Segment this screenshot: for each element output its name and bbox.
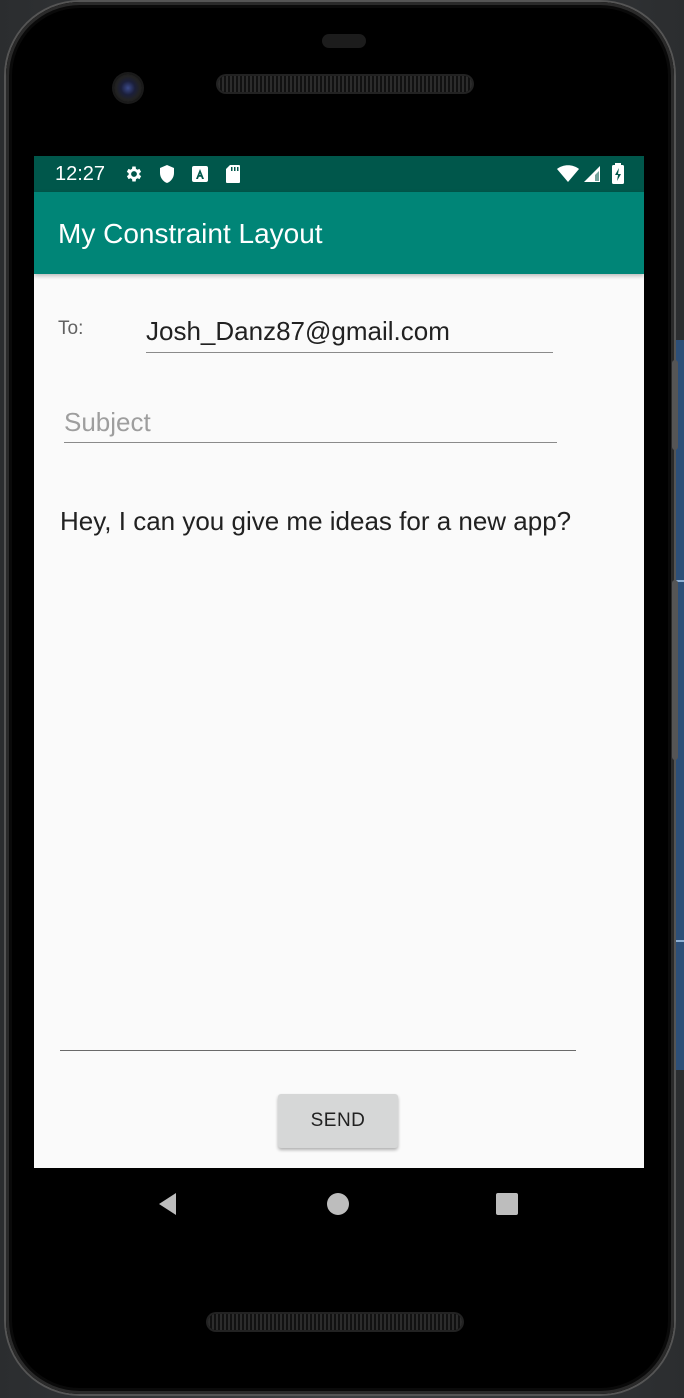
- device-screen: 12:27 My Constraint Layout To: Josh_Danz…: [34, 156, 644, 1168]
- send-button[interactable]: SEND: [278, 1094, 398, 1148]
- status-time: 12:27: [55, 163, 106, 185]
- app-bar: My Constraint Layout: [34, 192, 644, 274]
- shield-icon: [157, 164, 177, 184]
- bottom-speaker-grille: [208, 1314, 462, 1330]
- volume-button[interactable]: [672, 360, 678, 450]
- status-bar: 12:27: [34, 156, 644, 192]
- front-camera-icon: [114, 74, 142, 102]
- navigation-bar: [34, 1168, 644, 1240]
- top-speaker-grille: [218, 76, 472, 92]
- font-a-icon: [190, 164, 210, 184]
- home-icon[interactable]: [322, 1188, 354, 1220]
- battery-charging-icon: [608, 163, 628, 184]
- to-label: To:: [58, 318, 84, 339]
- to-field[interactable]: Josh_Danz87@gmail.com: [146, 314, 553, 353]
- app-title: My Constraint Layout: [58, 218, 323, 249]
- subject-field[interactable]: [64, 404, 557, 443]
- wifi-icon: [556, 164, 580, 184]
- message-field[interactable]: Hey, I can you give me ideas for a new a…: [60, 500, 576, 1051]
- back-icon[interactable]: [152, 1188, 184, 1220]
- gear-icon: [124, 164, 144, 184]
- sd-card-icon: [223, 164, 243, 184]
- to-value[interactable]: Josh_Danz87@gmail.com: [146, 316, 450, 347]
- subject-input[interactable]: [64, 404, 557, 440]
- recents-icon[interactable]: [491, 1188, 523, 1220]
- earpiece: [322, 34, 366, 48]
- power-button[interactable]: [672, 580, 678, 760]
- signal-icon: [582, 164, 602, 184]
- message-text[interactable]: Hey, I can you give me ideas for a new a…: [60, 506, 571, 537]
